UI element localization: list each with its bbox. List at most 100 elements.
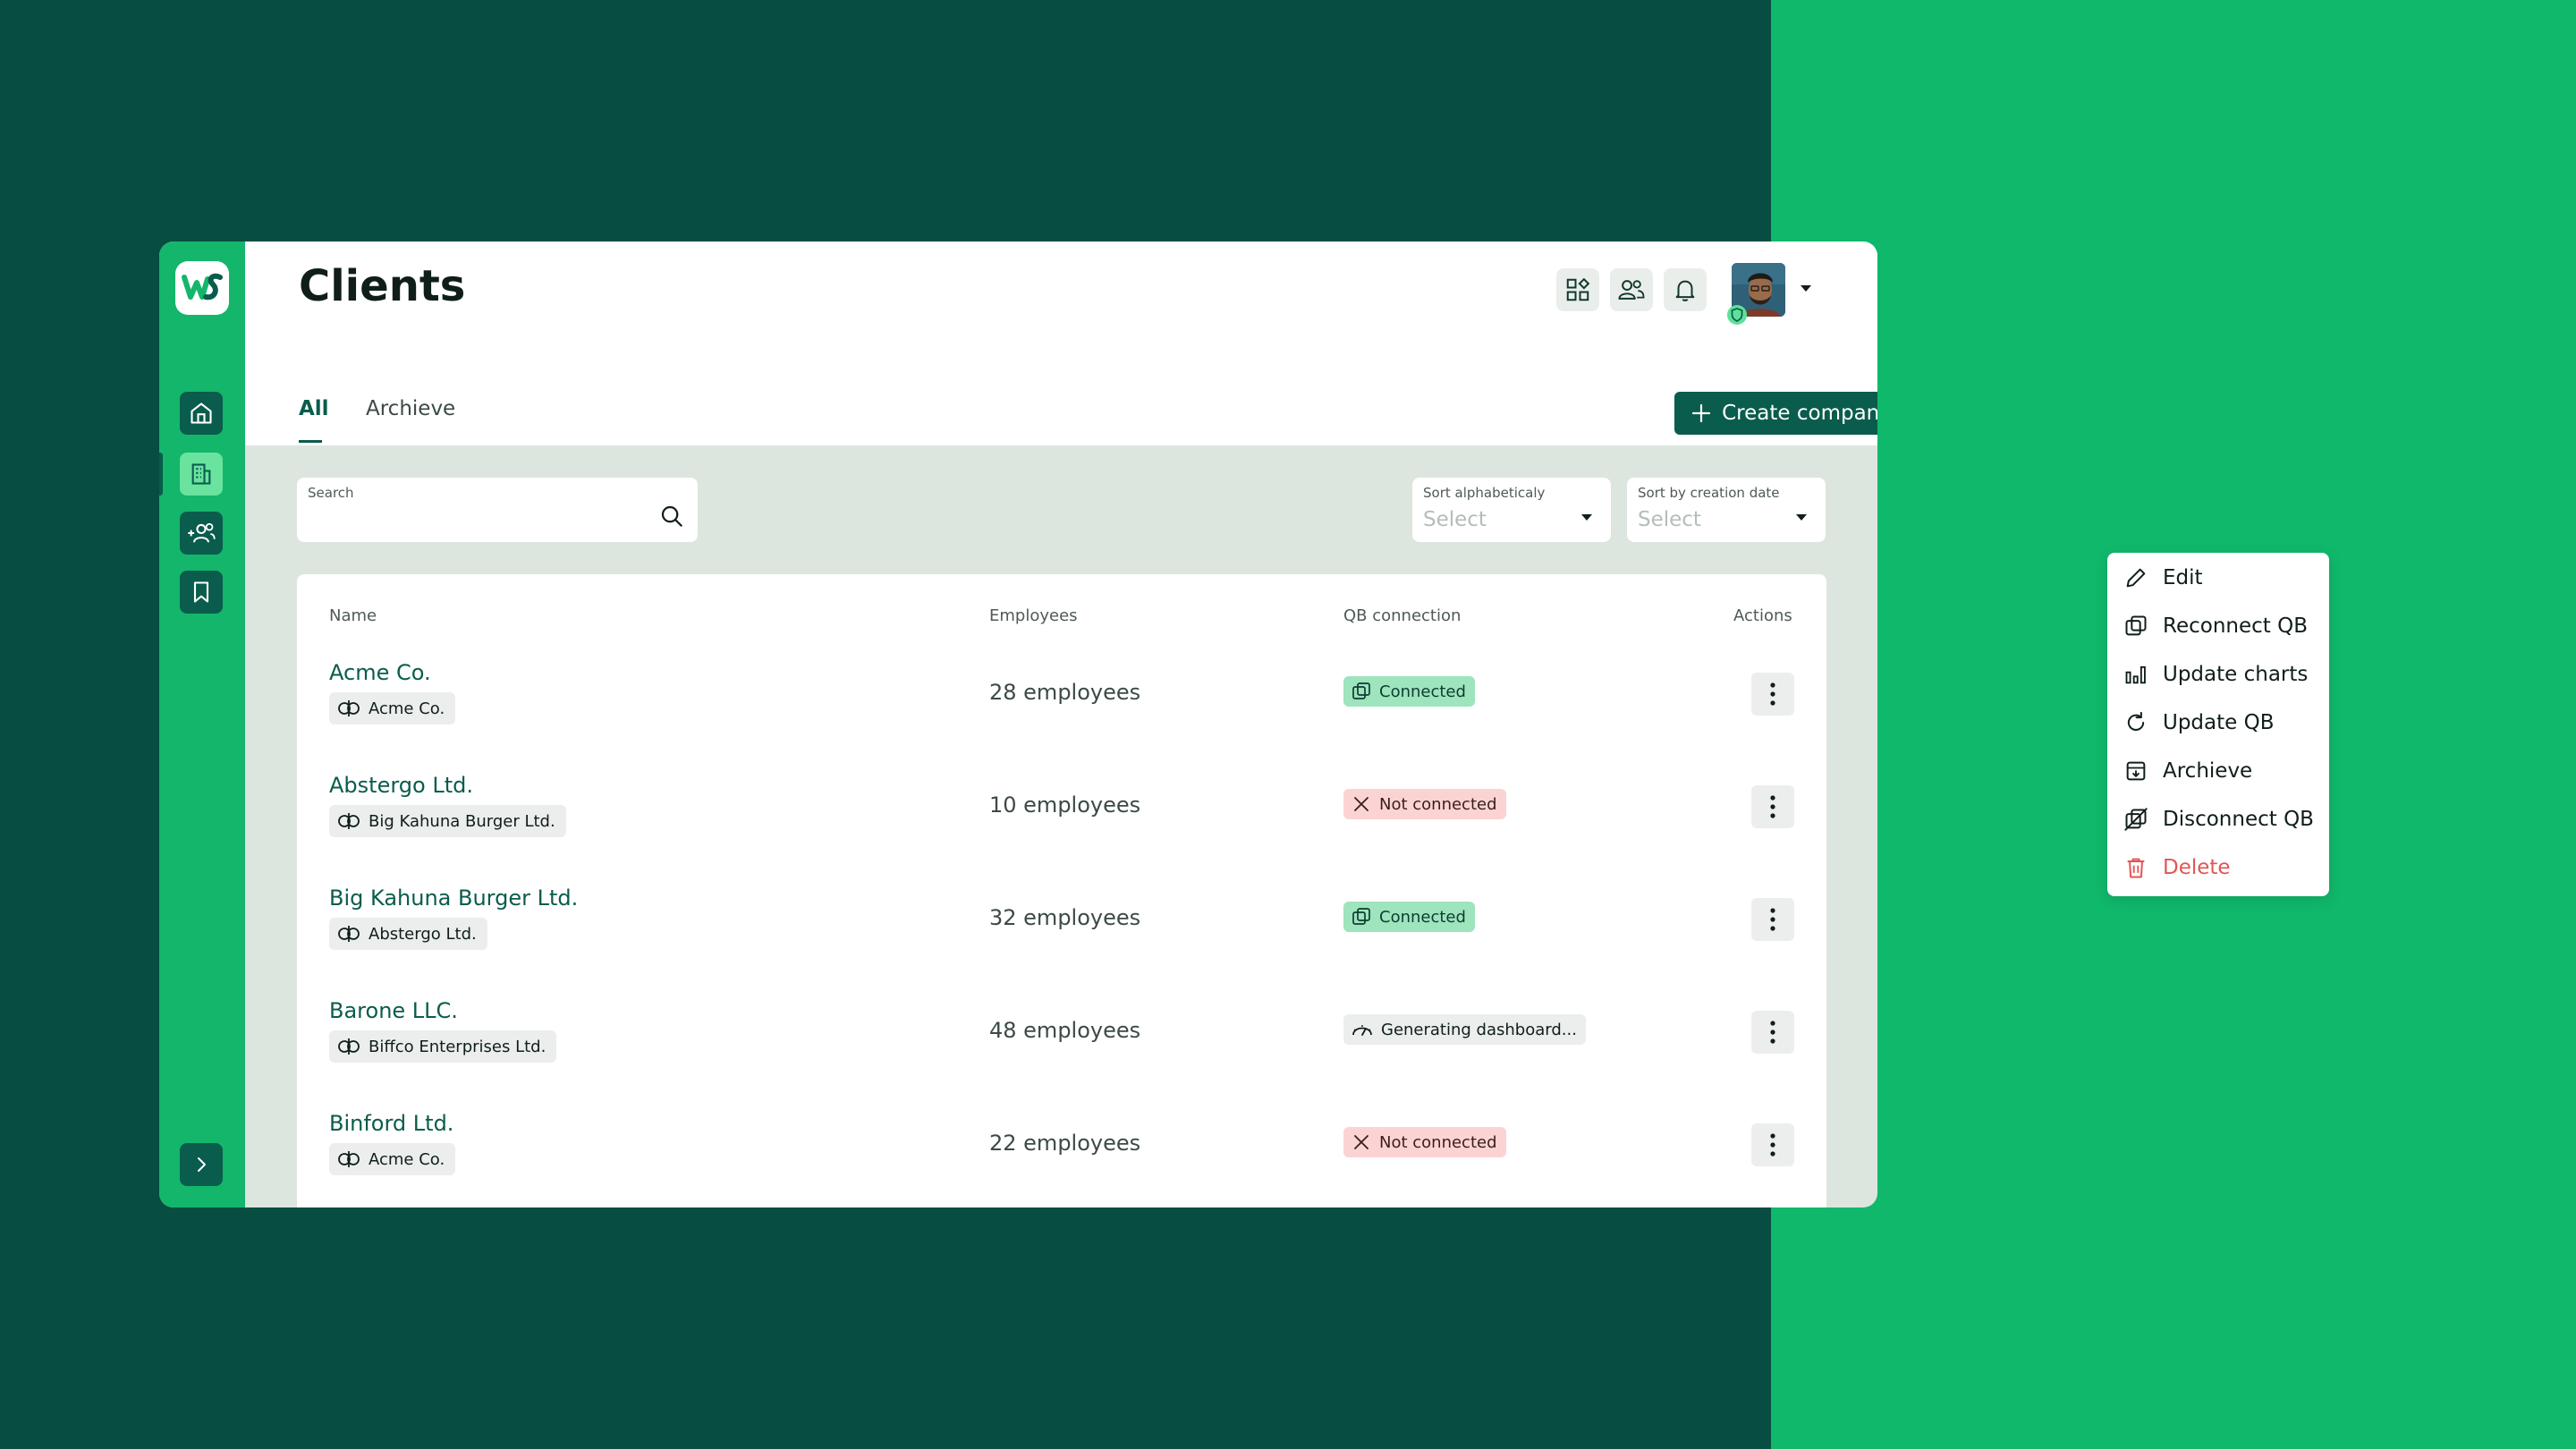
sidebar-item-home[interactable] — [180, 392, 223, 435]
row-actions-button[interactable] — [1751, 1123, 1794, 1166]
row-actions-button[interactable] — [1751, 785, 1794, 828]
menu-item-archieve[interactable]: Archieve — [2123, 753, 2252, 789]
header: Clients All Archieve Create company — [245, 242, 1877, 445]
column-header-employees: Employees — [989, 606, 1078, 625]
chevron-down-icon — [1796, 514, 1807, 521]
tab-archieve[interactable]: Archieve — [366, 397, 455, 420]
menu-item-label: Delete — [2163, 856, 2231, 879]
tab-all[interactable]: All — [299, 397, 329, 420]
company-name-link[interactable]: Acme Co. — [329, 660, 431, 685]
create-company-label: Create company — [1722, 402, 1877, 425]
qb-company-name: Big Kahuna Burger Ltd. — [369, 811, 555, 831]
quickbooks-icon — [338, 700, 360, 716]
notifications-button[interactable] — [1664, 268, 1707, 311]
clients-table: Name Employees QB connection Actions Acm… — [297, 574, 1826, 1208]
shield-icon — [1727, 305, 1747, 325]
status-badge: Connected — [1343, 902, 1475, 932]
employee-count: 32 employees — [989, 905, 1141, 930]
employee-count: 28 employees — [989, 680, 1141, 705]
pencil-icon — [2126, 568, 2146, 588]
sidebar-item-companies[interactable] — [180, 453, 223, 496]
menu-item-label: Reconnect QB — [2163, 614, 2308, 638]
company-name-link[interactable]: Abstergo Ltd. — [329, 773, 473, 798]
bookmark-icon — [193, 581, 209, 603]
status-label: Connected — [1379, 907, 1466, 927]
building-icon — [191, 463, 211, 485]
sort-by-date-select[interactable]: Sort by creation date Select — [1627, 478, 1826, 542]
menu-item-disconnect-qb[interactable]: Disconnect QB — [2123, 801, 2314, 837]
table-row: Barone LLC. Biffco Enterprises Ltd. 48 e… — [297, 998, 1826, 1111]
archive-icon — [2126, 761, 2146, 781]
company-name-link[interactable]: Big Kahuna Burger Ltd. — [329, 886, 578, 911]
disconnect-icon — [2124, 808, 2148, 831]
sort-alphabetically-select[interactable]: Sort alphabeticaly Select — [1412, 478, 1611, 542]
menu-item-label: Archieve — [2163, 759, 2253, 783]
bell-icon — [1675, 280, 1695, 301]
active-indicator — [159, 453, 163, 496]
employee-count: 10 employees — [989, 792, 1141, 818]
row-actions-button[interactable] — [1751, 1011, 1794, 1054]
employee-count: 22 employees — [989, 1131, 1141, 1156]
sort-date-label: Sort by creation date — [1638, 485, 1780, 501]
status-badge: Not connected — [1343, 789, 1506, 819]
qb-company-name: Acme Co. — [369, 699, 445, 718]
tab-underline — [299, 440, 322, 443]
quickbooks-icon — [338, 813, 360, 829]
search-icon[interactable] — [658, 503, 685, 530]
column-header-qb-connection: QB connection — [1343, 606, 1462, 625]
sidebar — [159, 242, 245, 1208]
close-icon — [1354, 797, 1368, 811]
logo[interactable] — [175, 261, 229, 315]
menu-item-label: Update QB — [2163, 711, 2275, 734]
refresh-icon — [2127, 711, 2145, 731]
column-header-actions: Actions — [1733, 606, 1792, 625]
menu-item-reconnect-qb[interactable]: Reconnect QB — [2123, 608, 2308, 644]
menu-item-delete[interactable]: Delete — [2123, 850, 2231, 886]
menu-item-label: Disconnect QB — [2163, 808, 2314, 831]
menu-item-update-qb[interactable]: Update QB — [2123, 705, 2275, 741]
company-name-link[interactable]: Barone LLC. — [329, 998, 458, 1023]
company-name-link[interactable]: Binford Ltd. — [329, 1111, 453, 1136]
connected-icon — [1352, 908, 1370, 925]
status-label: Not connected — [1379, 794, 1497, 814]
status-badge: Generating dashboard... — [1343, 1014, 1586, 1045]
column-header-name: Name — [329, 606, 377, 625]
qb-company-name: Biffco Enterprises Ltd. — [369, 1037, 547, 1056]
qb-company-chip: Abstergo Ltd. — [329, 918, 487, 950]
chevron-down-icon — [1581, 514, 1592, 521]
connected-icon — [1352, 682, 1370, 699]
trash-icon — [2127, 858, 2145, 878]
row-actions-button[interactable] — [1751, 898, 1794, 941]
search-field[interactable]: Search — [297, 478, 698, 542]
plus-icon — [1692, 403, 1711, 423]
status-label: Connected — [1379, 682, 1466, 701]
more-vertical-icon — [1770, 795, 1775, 818]
menu-item-update-charts[interactable]: Update charts — [2123, 657, 2308, 692]
apps-button[interactable] — [1556, 268, 1599, 311]
create-company-button[interactable]: Create company — [1674, 392, 1877, 435]
status-badge: Not connected — [1343, 1127, 1506, 1157]
table-row: Acme Co. Acme Co. 28 employees Connected — [297, 660, 1826, 773]
sidebar-item-bookmarks[interactable] — [180, 571, 223, 614]
more-vertical-icon — [1770, 908, 1775, 931]
chart-icon — [2125, 665, 2146, 684]
quickbooks-icon — [338, 1151, 360, 1167]
menu-item-label: Edit — [2163, 566, 2203, 589]
chevron-down-icon[interactable] — [1800, 284, 1812, 293]
menu-item-edit[interactable]: Edit — [2123, 560, 2203, 596]
close-icon — [1354, 1135, 1368, 1149]
sort-date-value: Select — [1638, 508, 1701, 531]
team-button[interactable] — [1610, 268, 1653, 311]
actions-menu: Edit Reconnect QB Update charts Update Q… — [2107, 553, 2329, 896]
more-vertical-icon — [1770, 1133, 1775, 1157]
row-actions-button[interactable] — [1751, 673, 1794, 716]
status-badge: Connected — [1343, 676, 1475, 707]
home-icon — [191, 402, 212, 424]
qb-company-chip: Biffco Enterprises Ltd. — [329, 1030, 557, 1063]
sidebar-item-add-users[interactable] — [180, 512, 223, 555]
qb-company-chip: Big Kahuna Burger Ltd. — [329, 805, 566, 837]
quickbooks-icon — [338, 926, 360, 942]
users-icon — [1618, 280, 1645, 300]
table-row: Binford Ltd. Acme Co. 22 employees Not c… — [297, 1111, 1826, 1208]
sidebar-expand-button[interactable] — [180, 1143, 223, 1186]
